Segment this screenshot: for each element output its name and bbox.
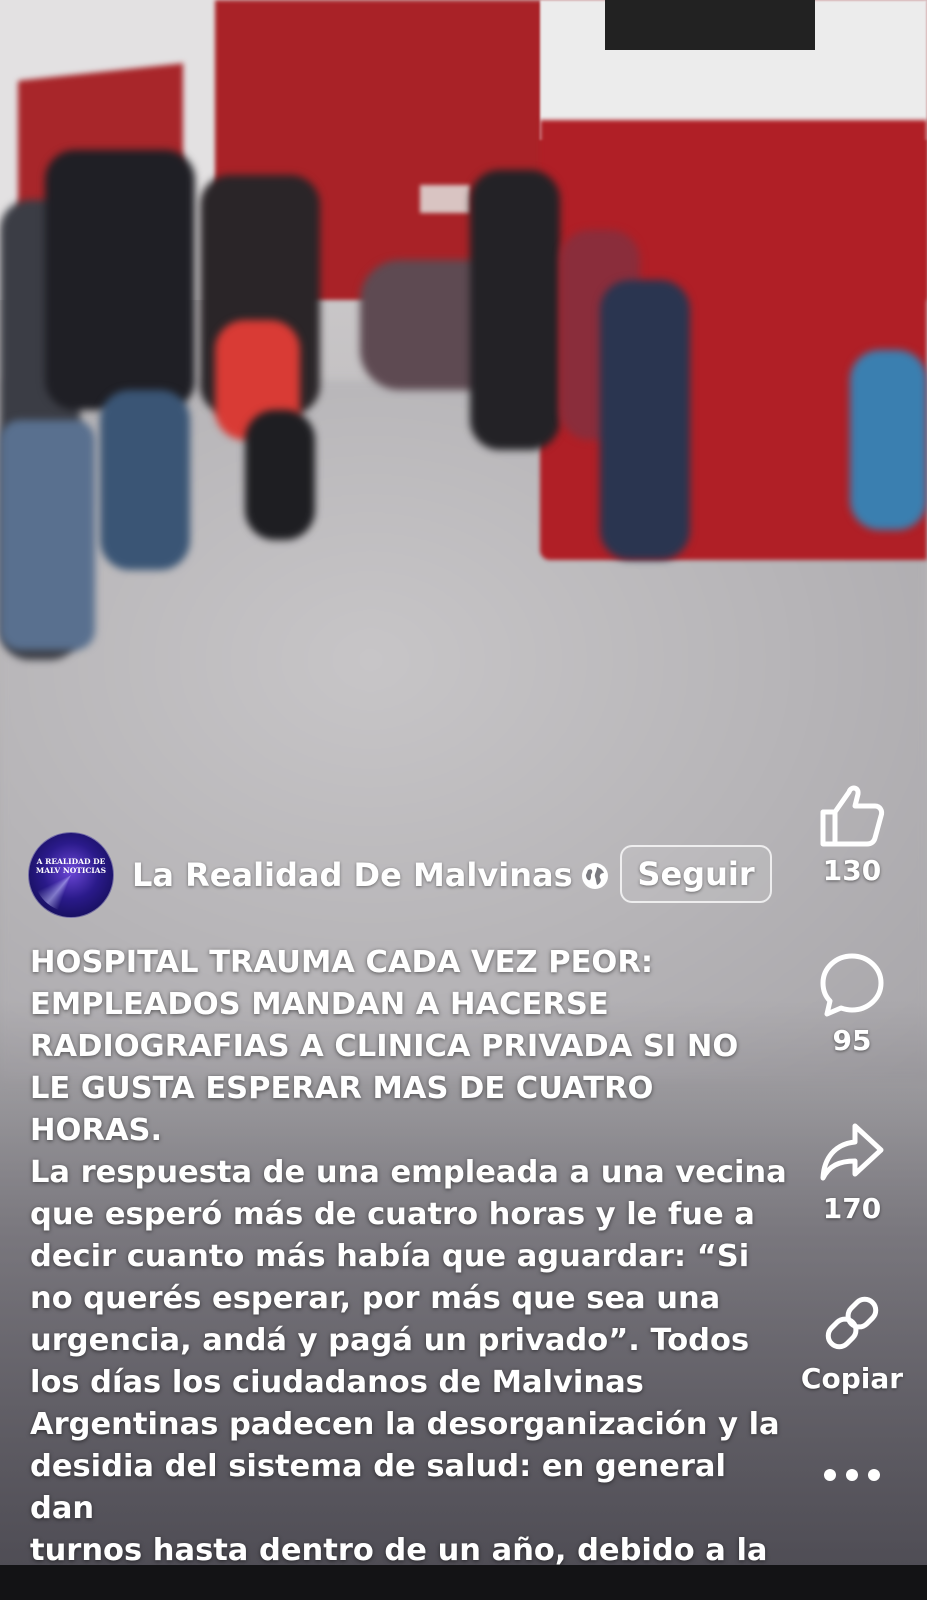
like-action[interactable]: 130 — [777, 780, 927, 887]
video-person — [100, 390, 190, 570]
video-sign — [420, 185, 470, 213]
caption-body: La respuesta de una empleada a una vecin… — [30, 1155, 787, 1568]
follow-button[interactable]: Seguir — [620, 845, 772, 903]
post-caption[interactable]: HOSPITAL TRAUMA CADA VEZ PEOR: EMPLEADOS… — [30, 942, 790, 1572]
video-window — [605, 0, 815, 50]
like-count: 130 — [822, 854, 882, 887]
share-count: 170 — [822, 1192, 882, 1225]
video-person — [245, 410, 315, 540]
author-name[interactable]: La Realidad De Malvinas — [132, 856, 573, 894]
more-dots-icon[interactable] — [777, 1460, 927, 1494]
share-action[interactable]: 170 — [777, 1118, 927, 1225]
more-options[interactable] — [777, 1460, 927, 1494]
link-icon[interactable] — [777, 1288, 927, 1362]
avatar[interactable]: A REALIDAD DE MALV NOTICIAS — [28, 832, 114, 918]
share-arrow-icon[interactable] — [777, 1118, 927, 1192]
copy-label: Copiar — [800, 1362, 904, 1395]
comment-bubble-icon[interactable] — [777, 950, 927, 1024]
video-person — [0, 420, 95, 650]
avatar-streak — [34, 838, 108, 912]
author-row: A REALIDAD DE MALV NOTICIAS La Realidad … — [28, 830, 788, 920]
avatar-text: A REALIDAD DE MALV NOTICIAS — [35, 857, 107, 875]
thumbs-up-icon[interactable] — [777, 780, 927, 854]
video-person — [600, 280, 690, 560]
video-person — [850, 350, 927, 530]
copy-link-action[interactable]: Copiar — [777, 1288, 927, 1395]
video-person — [470, 170, 560, 450]
caption-headline: HOSPITAL TRAUMA CADA VEZ PEOR: EMPLEADOS… — [30, 945, 739, 1148]
comment-action[interactable]: 95 — [777, 950, 927, 1057]
comment-count: 95 — [832, 1024, 872, 1057]
video-person — [45, 150, 195, 410]
globe-icon — [580, 861, 610, 895]
bottom-bar — [0, 1565, 927, 1600]
